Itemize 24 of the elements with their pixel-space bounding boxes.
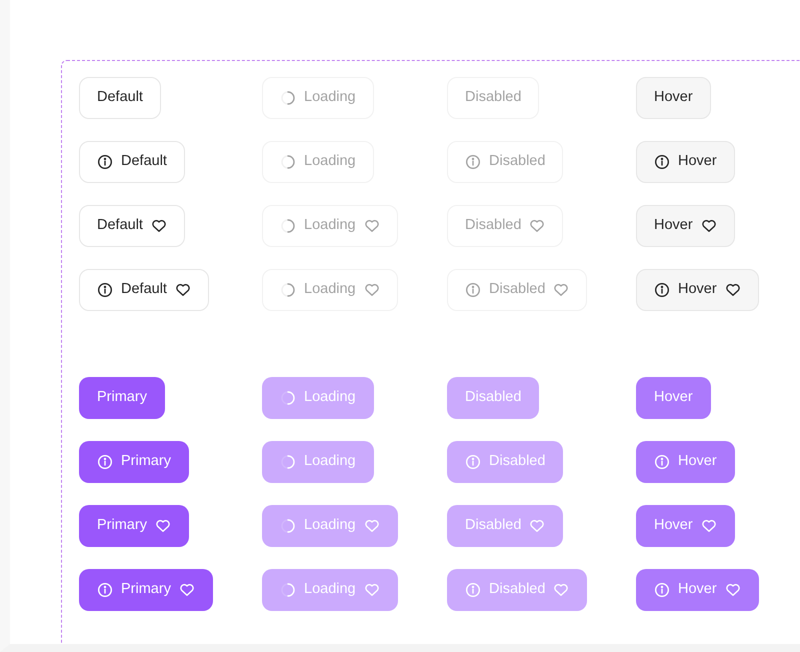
primary-button[interactable]: Hover xyxy=(636,441,735,483)
default-button[interactable]: Default xyxy=(79,269,209,311)
spinner-icon xyxy=(280,154,296,170)
spinner-icon xyxy=(280,454,296,470)
spinner-icon xyxy=(280,282,296,298)
primary-button[interactable]: Hover xyxy=(636,569,759,611)
spinner-icon xyxy=(280,218,296,234)
spinner-icon xyxy=(280,90,296,106)
default-button[interactable]: Default xyxy=(79,205,185,247)
spinner-icon xyxy=(280,518,296,534)
primary-button[interactable]: Hover xyxy=(636,505,735,547)
default-button[interactable]: Default xyxy=(79,141,185,183)
primary-button[interactable]: Hover xyxy=(636,377,711,419)
default-button[interactable]: Default xyxy=(79,77,161,119)
default-button[interactable]: Hover xyxy=(636,205,735,247)
spinner-icon xyxy=(280,582,296,598)
spinner-icon xyxy=(280,390,296,406)
primary-button[interactable]: Primary xyxy=(79,441,189,483)
primary-button[interactable]: Primary xyxy=(79,569,213,611)
default-button[interactable]: Hover xyxy=(636,77,711,119)
primary-button[interactable]: Primary xyxy=(79,505,189,547)
primary-button[interactable]: Primary xyxy=(79,377,165,419)
default-button[interactable]: Hover xyxy=(636,269,759,311)
default-button[interactable]: Hover xyxy=(636,141,735,183)
